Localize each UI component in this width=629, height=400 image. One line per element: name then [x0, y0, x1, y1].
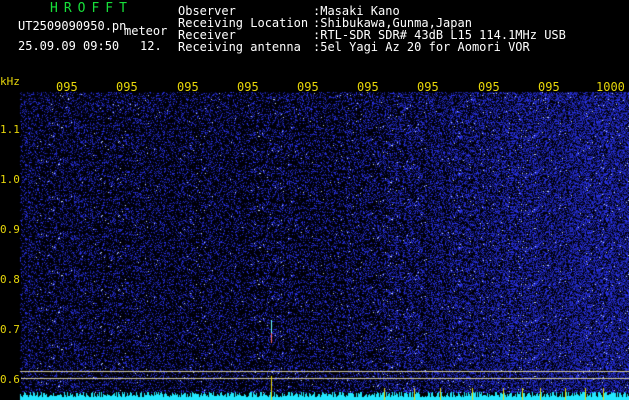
time-tick: 095: [478, 80, 500, 94]
date-time: 25.09.09 09:50: [18, 39, 120, 53]
time-tick: 095: [538, 80, 560, 94]
time-tick: 095: [417, 80, 439, 94]
time-tick: 095: [297, 80, 319, 94]
freq-tick: 1.1: [0, 123, 21, 136]
freq-tick: 0.6: [0, 373, 21, 386]
antenna-label: Receiving antenna: [178, 40, 301, 54]
time-tick: 095: [56, 80, 78, 94]
freq-tick: 0.9: [0, 223, 21, 236]
time-tick: 095: [116, 80, 138, 94]
time-axis: 095 095 095 095 095 095 095 095 095 1000: [0, 78, 629, 94]
freq-tick: 0.7: [0, 323, 21, 336]
antenna-value: :5el Yagi Az 20 for Aomori VOR: [313, 40, 530, 54]
app-title: HROFFT: [50, 1, 133, 16]
file-name: UT2509090950.pn: [18, 19, 127, 33]
time-tick: 1000: [596, 80, 625, 94]
time-tick: 095: [357, 80, 379, 94]
header-panel: HROFFT UT2509090950.pn meteor 25.09.09 0…: [0, 0, 629, 78]
meteor-count: 12.: [140, 39, 162, 53]
freq-tick: 1.0: [0, 173, 21, 186]
frequency-axis: 1.1 1.0 0.9 0.8 0.7 0.6: [0, 78, 21, 400]
freq-tick: 0.8: [0, 273, 21, 286]
time-tick: 095: [177, 80, 199, 94]
detection-tag: meteor: [124, 24, 168, 38]
time-tick: 095: [237, 80, 259, 94]
